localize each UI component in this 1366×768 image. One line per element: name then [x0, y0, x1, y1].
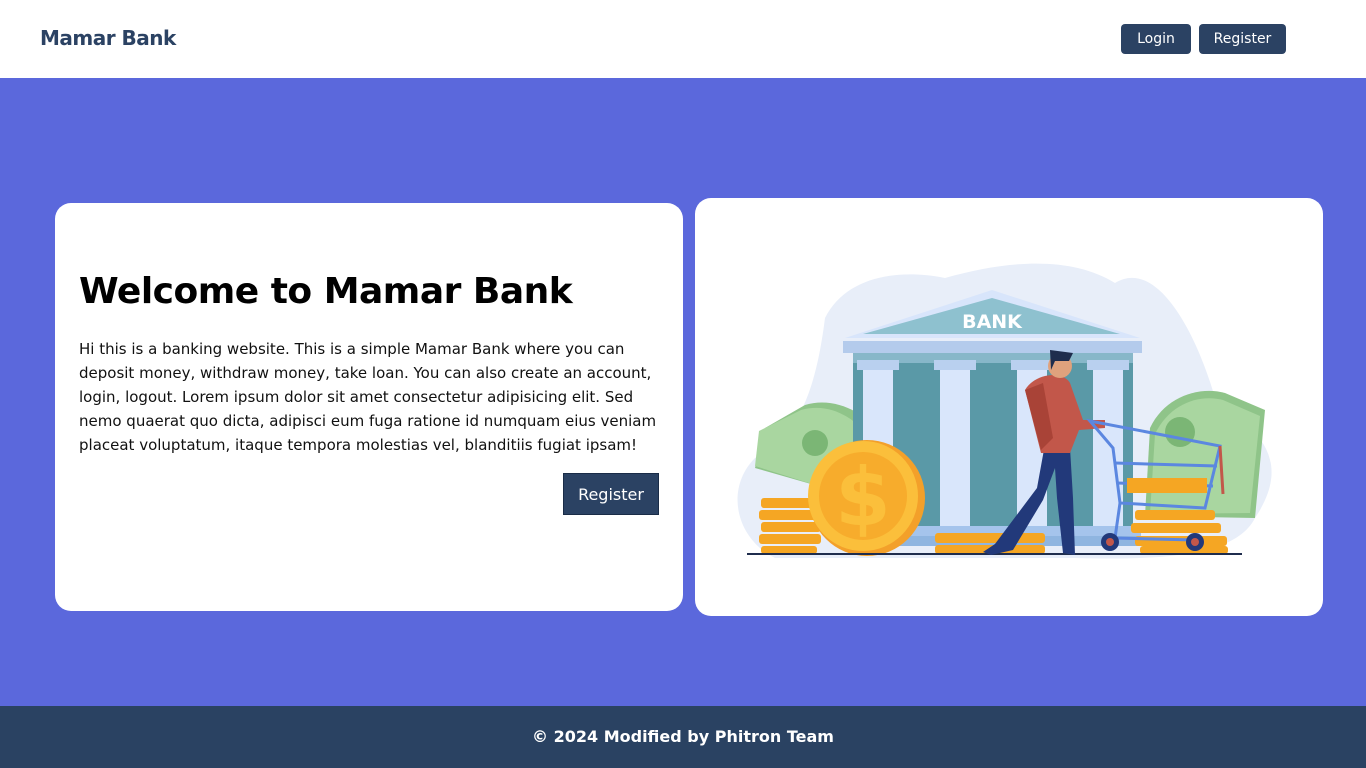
welcome-description: Hi this is a banking website. This is a …	[79, 340, 657, 454]
register-button[interactable]: Register	[563, 473, 659, 515]
bank-sign: BANK	[962, 311, 1023, 333]
welcome-title: Welcome to Mamar Bank	[79, 271, 573, 312]
brand-logo[interactable]: Mamar Bank	[40, 26, 176, 50]
coin-symbol: $	[835, 451, 891, 544]
footer: © 2024 Modified by Phitron Team	[0, 706, 1366, 768]
money-right-icon	[1145, 390, 1265, 518]
bank-illustration-icon: BANK $	[737, 263, 1272, 559]
register-nav-button[interactable]: Register	[1199, 24, 1286, 54]
welcome-card: Welcome to Mamar Bank Hi this is a banki…	[55, 203, 683, 611]
hero-section: Welcome to Mamar Bank Hi this is a banki…	[0, 78, 1366, 706]
navbar: Mamar Bank Login Register	[0, 0, 1366, 78]
login-button[interactable]: Login	[1121, 24, 1191, 54]
illustration-card: BANK $	[695, 198, 1323, 616]
